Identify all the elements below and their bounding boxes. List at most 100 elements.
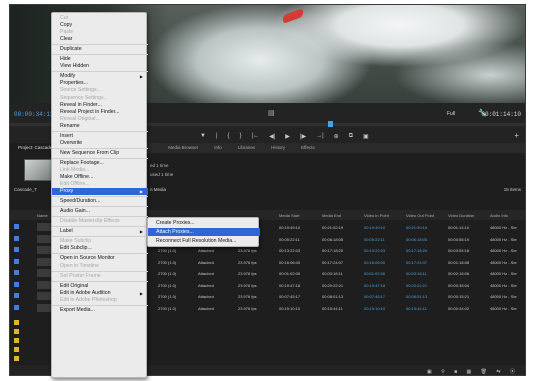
cell-in: 00:19:47:18 bbox=[364, 282, 386, 288]
menu-item-view-hidden[interactable]: View Hidden bbox=[52, 63, 148, 70]
menu-item-label: Edit Offline... bbox=[60, 181, 90, 188]
menu-item-modify[interactable]: Modify ▶ bbox=[52, 73, 148, 80]
menu-item-make-offline[interactable]: Make Offline... bbox=[52, 174, 148, 181]
submenu-arrow-icon: ▶ bbox=[139, 290, 143, 296]
transport-button-icon[interactable]: ⧉ bbox=[349, 133, 353, 140]
transport-button-icon[interactable]: ▶ bbox=[285, 133, 290, 140]
column-header[interactable]: Video Duration bbox=[448, 210, 488, 218]
menu-item-rename[interactable]: Rename bbox=[52, 123, 148, 130]
cell-rate: 23.976 fps bbox=[238, 259, 257, 265]
label-color-swatch[interactable] bbox=[14, 293, 19, 298]
column-header[interactable]: Video Out Point bbox=[406, 210, 446, 218]
menu-item-duplicate[interactable]: Duplicate bbox=[52, 46, 148, 53]
transport-button-icon[interactable]: ▣ bbox=[363, 133, 369, 140]
cell-end: 00:17:24:07 bbox=[322, 259, 344, 265]
playhead-timecode[interactable]: 00:00:34:12 bbox=[14, 111, 54, 118]
menu-item-label: Proxy bbox=[60, 188, 74, 195]
tab-media-browser[interactable]: Media Browser bbox=[160, 143, 206, 153]
label-color-swatch[interactable] bbox=[14, 258, 19, 264]
submenu-arrow-icon: ▶ bbox=[139, 229, 143, 235]
menu-item-speed-duration[interactable]: Speed/Duration... bbox=[52, 198, 148, 205]
tab-history[interactable]: History bbox=[263, 143, 293, 153]
cell-dur: 00:01:18:08 bbox=[448, 259, 470, 265]
column-header[interactable]: Media Start bbox=[279, 210, 319, 218]
menu-item-clear[interactable]: Clear bbox=[52, 36, 148, 43]
label-color-swatch[interactable] bbox=[14, 281, 19, 287]
cell-audio: 48000 Hz - Ste bbox=[490, 271, 517, 276]
menu-item-sequence-settings: Sequence Settings... bbox=[52, 95, 148, 102]
menu-item-open-in-source-monitor[interactable]: Open in Source Monitor bbox=[52, 255, 148, 262]
tab-libraries[interactable]: Libraries bbox=[230, 143, 263, 153]
folder-icon bbox=[14, 356, 19, 361]
menu-item-edit-in-adobe-audition[interactable]: Edit in Adobe Audition ▶ bbox=[52, 290, 148, 297]
transport-button-icon[interactable]: ▼ bbox=[200, 133, 206, 140]
submenu-item-reconnect-full-resolution-media[interactable]: Reconnect Full Resolution Media... bbox=[148, 237, 260, 245]
label-color-swatch[interactable] bbox=[14, 224, 19, 229]
label-color-swatch[interactable] bbox=[14, 270, 19, 275]
menu-separator bbox=[52, 226, 148, 228]
project-name: Cascade_T bbox=[14, 187, 38, 192]
duration-timecode: 00:01:14:10 bbox=[481, 111, 521, 118]
submenu-item-create-proxies[interactable]: Create Proxies... bbox=[148, 219, 260, 227]
transport-button-icon[interactable]: ◀| bbox=[269, 133, 275, 140]
menu-item-copy[interactable]: Copy bbox=[52, 22, 148, 29]
cell-in: 00:05:22:11 bbox=[364, 236, 385, 242]
menu-item-disable-masterclip-effects: Disable Masterclip Effects bbox=[52, 218, 148, 225]
menu-item-replace-footage[interactable]: Replace Footage... bbox=[52, 160, 148, 167]
tab-effects[interactable]: Effects bbox=[293, 143, 323, 153]
cell-dur: 00:03:54:18 bbox=[448, 248, 470, 253]
playhead[interactable] bbox=[328, 121, 333, 127]
transport-button-icon[interactable]: } bbox=[240, 133, 242, 140]
cell-in: 00:15:10:10 bbox=[364, 305, 386, 311]
menu-item-label: Make Offline... bbox=[60, 174, 94, 180]
transport-button-icon[interactable]: |← bbox=[252, 133, 260, 140]
menu-separator bbox=[52, 236, 148, 238]
menu-item-overwrite[interactable]: Overwrite bbox=[52, 140, 148, 147]
menu-item-export-media[interactable]: Export Media... bbox=[52, 307, 148, 314]
label-color-swatch[interactable] bbox=[14, 247, 19, 252]
menu-item-label: Open in Source Monitor bbox=[60, 255, 115, 262]
column-header[interactable]: Video In Point bbox=[364, 210, 404, 218]
transport-button-icon[interactable]: →| bbox=[316, 133, 324, 140]
transport-button-icon[interactable]: { bbox=[228, 133, 230, 140]
menu-item-label: Make Subclip bbox=[60, 238, 92, 245]
menu-item-reveal-in-finder[interactable]: Reveal in Finder... bbox=[52, 102, 148, 109]
media-label: n Media bbox=[150, 187, 167, 192]
menu-item-insert[interactable]: Insert bbox=[52, 133, 148, 140]
tab-info[interactable]: Info bbox=[206, 143, 230, 153]
cell-end: 00:21:52:19 bbox=[322, 225, 344, 230]
menu-item-new-sequence-from-clip[interactable]: New Sequence From Clip bbox=[52, 150, 148, 157]
cell-out: 00:21:59:19 bbox=[406, 225, 428, 230]
add-button-icon[interactable]: + bbox=[514, 131, 519, 140]
menu-item-hide[interactable]: Hide bbox=[52, 56, 148, 63]
menu-item-make-subclip: Make Subclip bbox=[52, 238, 148, 245]
menu-item-reveal-project-in-finder[interactable]: Reveal Project in Finder... bbox=[52, 109, 148, 116]
settings-icon[interactable]: ▤ bbox=[268, 109, 276, 117]
menu-item-label: Duplicate bbox=[60, 46, 82, 53]
cell-in: 00:13:22:03 bbox=[364, 248, 386, 253]
menu-separator bbox=[52, 71, 148, 73]
menu-item-label: Edit in Adobe Photoshop bbox=[60, 296, 117, 303]
transport-button-icon[interactable]: ⊕ bbox=[334, 133, 339, 140]
menu-item-label: Copy bbox=[60, 22, 73, 29]
cell-dur: 00:01:14:10 bbox=[448, 225, 470, 230]
menu-item-proxy[interactable]: Proxy ▶ bbox=[52, 188, 148, 196]
menu-item-edit-original[interactable]: Edit Original bbox=[52, 283, 148, 290]
submenu-item-attach-proxies[interactable]: Attach Proxies... bbox=[148, 228, 260, 236]
cell-status: Attached bbox=[198, 305, 214, 311]
menu-item-link-media: Link Media... bbox=[52, 167, 148, 174]
footer-icons[interactable]: ▣ ⚲ ■ ▦ 🗑 ⇆ ⦿ bbox=[427, 368, 519, 375]
menu-item-properties[interactable]: Properties... bbox=[52, 80, 148, 87]
label-color-swatch[interactable] bbox=[14, 235, 19, 241]
transport-button-icon[interactable]: | bbox=[216, 133, 218, 140]
menu-item-label[interactable]: Label ▶ bbox=[52, 228, 148, 235]
cell-audio: 48000 Hz - Ste bbox=[490, 225, 517, 230]
folder-icon bbox=[14, 329, 19, 334]
menu-item-edit-subclip[interactable]: Edit Subclip... bbox=[52, 245, 148, 252]
column-header[interactable]: Audio Info bbox=[490, 210, 525, 218]
menu-item-audio-gain[interactable]: Audio Gain... bbox=[52, 208, 148, 215]
transport-button-icon[interactable]: |▶ bbox=[300, 133, 306, 140]
resolution-select[interactable]: Full bbox=[447, 111, 455, 117]
column-header[interactable]: Media End bbox=[322, 210, 362, 218]
label-color-swatch[interactable] bbox=[14, 304, 19, 310]
